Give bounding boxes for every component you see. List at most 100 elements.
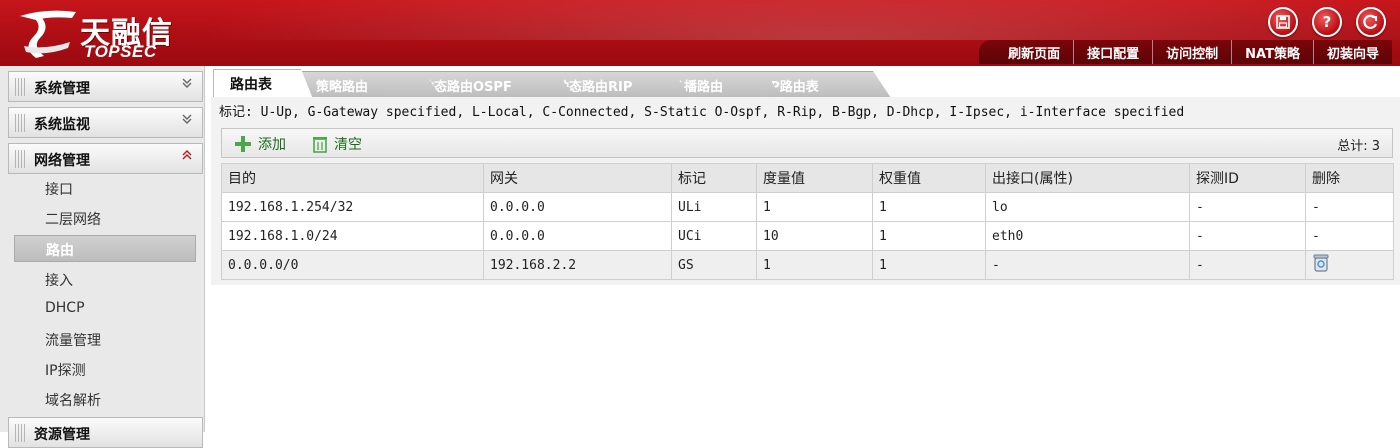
- cell-destination: 192.168.1.254/32: [221, 192, 484, 222]
- sidebar-item-label: 接口: [45, 182, 73, 198]
- chevron-up-icon: [182, 149, 192, 164]
- sidebar-item-label: DHCP: [45, 300, 85, 316]
- cell-metric: 1: [756, 192, 873, 222]
- route-table: 目的 网关 标记 度量值 权重值 出接口(属性) 探测ID 删除 192.168…: [221, 163, 1394, 280]
- chevron-down-icon: [182, 77, 192, 92]
- sidebar-section-system-management[interactable]: 系统管理: [8, 71, 203, 102]
- clear-button[interactable]: 清空: [312, 133, 362, 155]
- cell-flag: UCi: [671, 221, 757, 251]
- cell-flag: GS: [671, 250, 757, 280]
- sidebar-item-label: 域名解析: [45, 393, 101, 409]
- table-header-row: 目的 网关 标记 度量值 权重值 出接口(属性) 探测ID 删除: [221, 163, 1394, 193]
- sidebar-item-label: 流量管理: [45, 333, 101, 349]
- sidebar-item-access[interactable]: 接入: [14, 266, 196, 293]
- tab-route-table[interactable]: 路由表: [213, 69, 313, 99]
- cell-delete: [1305, 250, 1394, 280]
- table-row: 0.0.0.0/0 192.168.2.2 GS 1 1 - -: [221, 250, 1394, 280]
- section-label: 网络管理: [34, 153, 90, 169]
- add-button-label: 添加: [258, 137, 286, 153]
- cell-weight: 1: [872, 250, 986, 280]
- col-delete: 删除: [1305, 163, 1394, 193]
- nav-interface-config[interactable]: 接口配置: [1073, 40, 1152, 64]
- sidebar: 系统管理 系统监视 网络管理 接口 二层网络 路由 接入 DHCP 流量管理 I…: [0, 66, 205, 448]
- trash-icon: [1313, 254, 1329, 272]
- table-row: 192.168.1.254/32 0.0.0.0 ULi 1 1 lo - -: [221, 192, 1394, 222]
- col-out-interface[interactable]: 出接口(属性): [985, 163, 1190, 193]
- cell-gateway: 0.0.0.0: [483, 221, 672, 251]
- route-toolbar: 添加 清空 总计: 3: [221, 128, 1393, 158]
- sidebar-item-routing[interactable]: 路由: [14, 235, 196, 262]
- col-metric[interactable]: 度量值: [756, 163, 873, 193]
- header-bar: 天融信 TOPSEC ? 刷新页面 接口配置 访问控制 NAT策略 初装向导: [0, 0, 1400, 66]
- header-icon-group: ?: [1268, 7, 1386, 37]
- sidebar-section-network-management[interactable]: 网络管理: [8, 143, 203, 174]
- cell-probe-id: -: [1189, 250, 1306, 280]
- plus-icon: [235, 136, 251, 152]
- sidebar-item-label: 接入: [45, 273, 73, 289]
- col-probe-id[interactable]: 探测ID: [1189, 163, 1306, 193]
- header-nav: 刷新页面 接口配置 访问控制 NAT策略 初装向导: [979, 40, 1392, 64]
- logo-mark-icon: [20, 10, 76, 58]
- cell-weight: 1: [872, 192, 986, 222]
- logout-icon[interactable]: [1356, 7, 1386, 37]
- save-icon[interactable]: [1268, 7, 1298, 37]
- total-count: 总计: 3: [1337, 139, 1380, 154]
- tab-label: 路由表: [230, 77, 272, 93]
- logo-english-text: TOPSEC: [84, 42, 157, 61]
- sidebar-item-ip-probe[interactable]: IP探测: [14, 356, 196, 383]
- nav-access-control[interactable]: 访问控制: [1152, 40, 1231, 64]
- sidebar-item-label: IP探测: [45, 363, 86, 379]
- sidebar-section-system-monitor[interactable]: 系统监视: [8, 107, 203, 138]
- cell-probe-id: -: [1189, 221, 1306, 251]
- cell-metric: 10: [756, 221, 873, 251]
- sidebar-item-dhcp[interactable]: DHCP: [14, 296, 196, 323]
- tab-bar: ISP路由表 多播路由 动态路由RIP 动态路由OSPF 策略路由 路由表: [211, 68, 1400, 99]
- sidebar-section-resource-management[interactable]: 资源管理: [8, 417, 203, 448]
- clear-button-label: 清空: [334, 137, 362, 153]
- grip-icon: [15, 78, 25, 96]
- col-destination[interactable]: 目的: [221, 163, 484, 193]
- cell-delete: -: [1305, 192, 1394, 222]
- cell-gateway: 0.0.0.0: [483, 192, 672, 222]
- cell-delete: -: [1305, 221, 1394, 251]
- chevron-down-icon: [182, 113, 192, 128]
- table-row: 192.168.1.0/24 0.0.0.0 UCi 10 1 eth0 - -: [221, 221, 1394, 251]
- sidebar-item-interface[interactable]: 接口: [14, 175, 196, 202]
- col-flag[interactable]: 标记: [671, 163, 757, 193]
- cell-flag: ULi: [671, 192, 757, 222]
- nav-refresh-page[interactable]: 刷新页面: [995, 40, 1073, 64]
- sidebar-item-traffic-management[interactable]: 流量管理: [14, 326, 196, 353]
- col-gateway[interactable]: 网关: [483, 163, 672, 193]
- nav-nat-policy[interactable]: NAT策略: [1231, 40, 1313, 64]
- section-label: 系统监视: [34, 117, 90, 133]
- tab-label: 策略路由: [316, 80, 369, 95]
- cell-out-interface: -: [985, 250, 1190, 280]
- grip-icon: [15, 424, 25, 442]
- sidebar-item-label: 二层网络: [45, 212, 101, 228]
- cell-destination: 0.0.0.0/0: [221, 250, 484, 280]
- cell-out-interface: lo: [985, 192, 1190, 222]
- cell-gateway: 192.168.2.2: [483, 250, 672, 280]
- cell-metric: 1: [756, 250, 873, 280]
- tab-policy-route[interactable]: 策略路由: [301, 71, 441, 98]
- sidebar-item-label: 路由: [46, 243, 74, 259]
- trash-icon: [313, 137, 327, 153]
- header-sheen: [180, 0, 1400, 40]
- help-icon[interactable]: ?: [1312, 7, 1342, 37]
- section-label: 资源管理: [34, 427, 90, 443]
- cell-destination: 192.168.1.0/24: [221, 221, 484, 251]
- route-flag-legend: 标记: U-Up, G-Gateway specified, L-Local, …: [219, 105, 1185, 120]
- add-button[interactable]: 添加: [234, 133, 286, 155]
- cell-out-interface: eth0: [985, 221, 1190, 251]
- topsec-logo: 天融信 TOPSEC: [10, 4, 185, 62]
- sidebar-item-dns[interactable]: 域名解析: [14, 386, 196, 413]
- sidebar-item-layer2-network[interactable]: 二层网络: [14, 205, 196, 232]
- cell-probe-id: -: [1189, 192, 1306, 222]
- delete-route-button[interactable]: [1312, 253, 1330, 277]
- grip-icon: [15, 150, 25, 168]
- cell-weight: 1: [872, 221, 986, 251]
- main-content: ISP路由表 多播路由 动态路由RIP 动态路由OSPF 策略路由 路由表 标记…: [211, 66, 1400, 432]
- nav-setup-wizard[interactable]: 初装向导: [1312, 40, 1392, 64]
- section-label: 系统管理: [34, 81, 90, 97]
- col-weight[interactable]: 权重值: [872, 163, 986, 193]
